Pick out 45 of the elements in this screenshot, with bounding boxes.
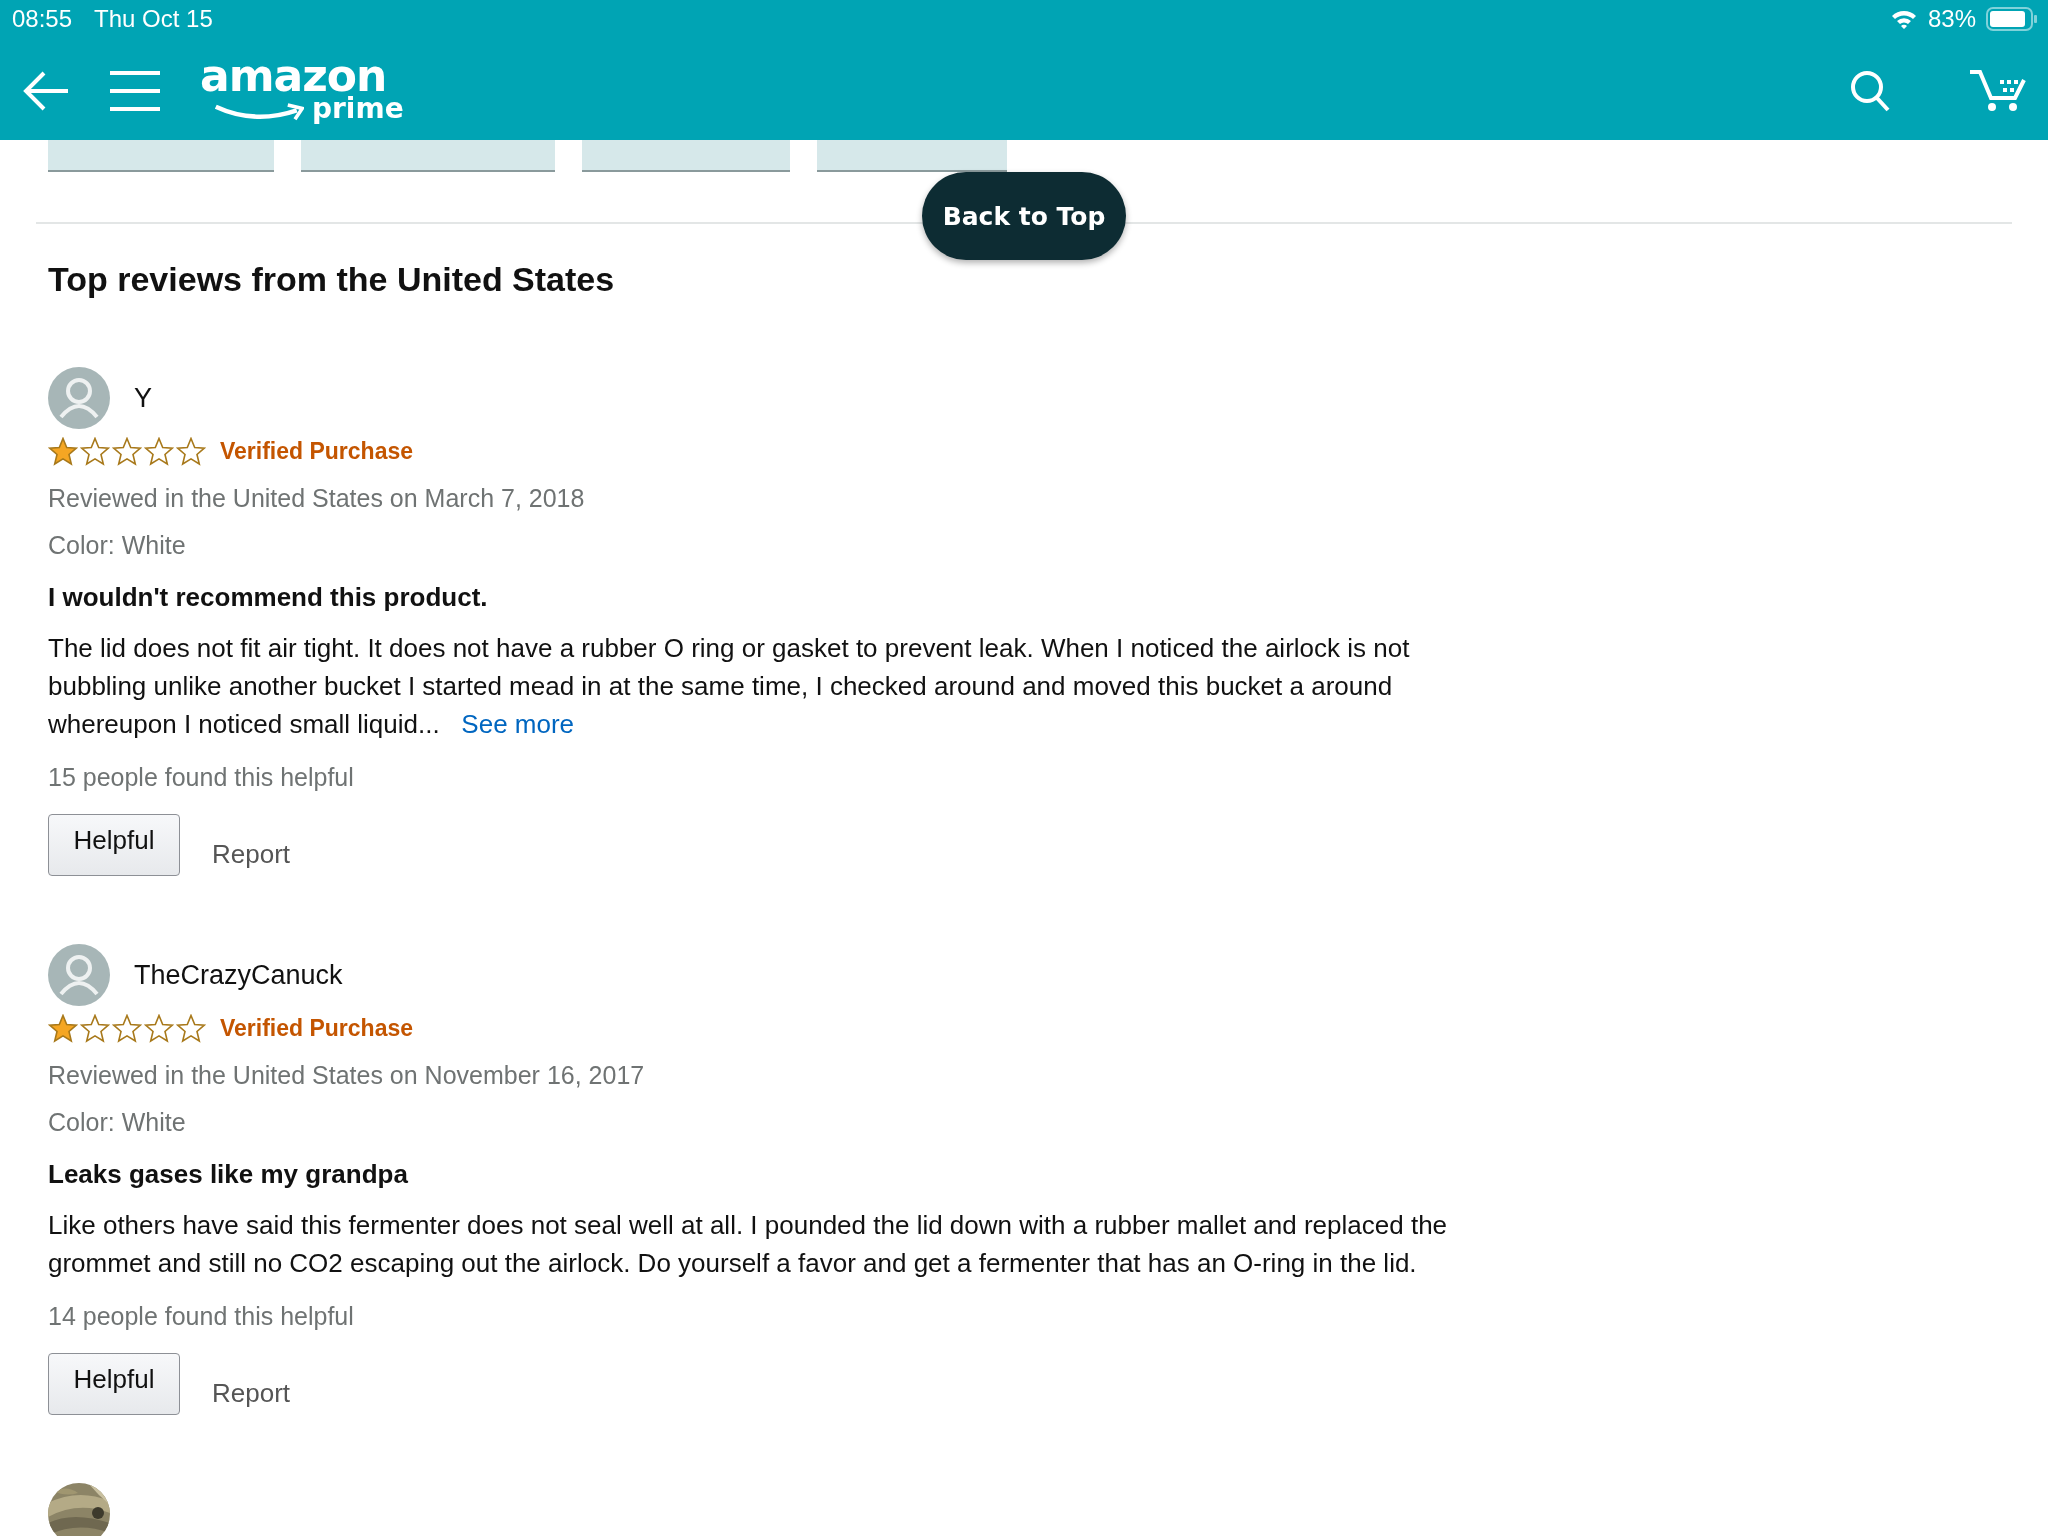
star-icon bbox=[80, 1014, 110, 1043]
menu-icon[interactable] bbox=[110, 71, 160, 111]
battery-percent: 83% bbox=[1927, 5, 1976, 33]
status-date: Thu Oct 15 bbox=[94, 5, 213, 33]
avatar-icon bbox=[48, 367, 110, 429]
section-title: Top reviews from the United States bbox=[48, 260, 616, 299]
review-title: I wouldn't recommend this product. bbox=[48, 582, 489, 613]
avatar-icon bbox=[48, 944, 110, 1006]
helpful-count: 14 people found this helpful bbox=[48, 1302, 355, 1331]
color-variant: Color: White bbox=[48, 1108, 187, 1137]
report-link[interactable]: Report bbox=[212, 1378, 291, 1415]
see-more-link[interactable]: See more bbox=[461, 709, 575, 739]
reviewer-name[interactable]: TheCrazyCanuck bbox=[134, 959, 343, 991]
star-icon bbox=[48, 1014, 78, 1043]
star-icon bbox=[112, 437, 142, 466]
cart-icon[interactable] bbox=[1970, 70, 2026, 112]
review-text: The lid does not fit air tight. It does not have a rubber O ring or gasket to prevent leak. When I noticed the airlock is not bubbling unlike another bucket I started mead in at the same time, I checked around and moved this bucket a around whereupon I noticed small liquid... See more bbox=[48, 632, 1411, 741]
verified-purchase-label: Verified Purchase bbox=[220, 438, 414, 465]
battery-icon bbox=[1986, 6, 2038, 32]
reviewer-name[interactable]: Y bbox=[134, 382, 152, 414]
review-date: Reviewed in the United States on November 16, 2017 bbox=[48, 1061, 646, 1090]
verified-purchase-label: Verified Purchase bbox=[220, 1015, 414, 1042]
helpful-count: 15 people found this helpful bbox=[48, 763, 355, 792]
helpful-button[interactable]: Helpful bbox=[48, 814, 180, 876]
status-time: 08:55 bbox=[12, 5, 73, 33]
review-title: Leaks gases like my grandpa bbox=[48, 1159, 409, 1190]
filter-chip[interactable] bbox=[817, 140, 1007, 172]
star-icon bbox=[48, 437, 78, 466]
star-icon bbox=[144, 437, 174, 466]
star-icon bbox=[112, 1014, 142, 1043]
star-icon bbox=[176, 437, 206, 466]
star-icon bbox=[144, 1014, 174, 1043]
back-to-top-button[interactable]: Back to Top bbox=[922, 172, 1126, 260]
color-variant: Color: White bbox=[48, 531, 187, 560]
star-icon bbox=[176, 1014, 206, 1043]
review-date: Reviewed in the United States on March 7, 2018 bbox=[48, 484, 586, 513]
filter-chip[interactable] bbox=[48, 140, 274, 172]
report-link[interactable]: Report bbox=[212, 839, 291, 876]
helpful-button[interactable]: Helpful bbox=[48, 1353, 180, 1415]
filter-chip[interactable] bbox=[301, 140, 555, 172]
search-icon[interactable] bbox=[1850, 70, 1890, 112]
review-text: Like others have said this fermenter does not seal well at all. I pounded the lid down with a rubber mallet and replaced the grommet and still no CO2 escaping out the airlock. Do yourself a favor and get a fermenter that has an O-ring in the lid. bbox=[48, 1209, 1448, 1280]
star-icon bbox=[80, 437, 110, 466]
back-arrow-icon[interactable] bbox=[22, 70, 70, 112]
filter-chip[interactable] bbox=[582, 140, 790, 172]
